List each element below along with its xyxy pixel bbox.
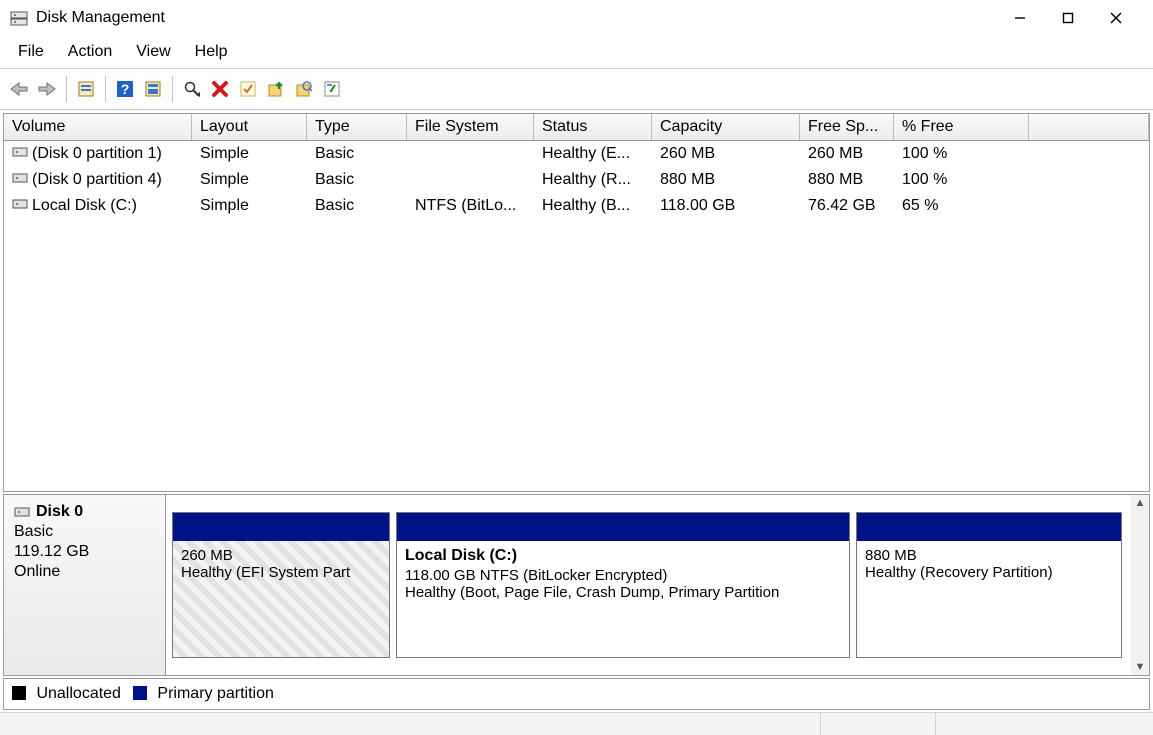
- refresh-icon[interactable]: [73, 76, 99, 102]
- partition-header-bar: [397, 513, 849, 541]
- menu-view[interactable]: View: [124, 39, 182, 65]
- partition-desc: Healthy (Boot, Page File, Crash Dump, Pr…: [405, 584, 841, 601]
- col-filesystem[interactable]: File System: [407, 114, 534, 140]
- drive-icon: [12, 145, 32, 163]
- partition-size: 260 MB: [181, 547, 381, 564]
- new-mirror-icon[interactable]: [291, 76, 317, 102]
- toolbar-separator: [105, 76, 106, 102]
- minimize-button[interactable]: [997, 3, 1043, 33]
- volume-name: (Disk 0 partition 1): [4, 145, 192, 163]
- volume-list-body: (Disk 0 partition 1)SimpleBasicHealthy (…: [4, 141, 1149, 491]
- volume-layout: Simple: [192, 197, 307, 215]
- volume-layout: Simple: [192, 171, 307, 189]
- delete-icon[interactable]: [207, 76, 233, 102]
- toolbar: ?: [0, 69, 1153, 110]
- volume-type: Basic: [307, 197, 407, 215]
- partition-title: Local Disk (C:): [405, 547, 841, 565]
- partition-desc: Healthy (EFI System Part: [181, 564, 381, 581]
- partition-desc: Healthy (Recovery Partition): [865, 564, 1113, 581]
- menubar: File Action View Help: [0, 36, 1153, 69]
- titlebar: Disk Management: [0, 0, 1153, 36]
- window-title: Disk Management: [36, 9, 995, 27]
- volume-cap: 118.00 GB: [652, 197, 800, 215]
- volume-list-header: Volume Layout Type File System Status Ca…: [4, 114, 1149, 141]
- toolbar-separator: [172, 76, 173, 102]
- statusbar: [0, 712, 1153, 735]
- disk-capacity: 119.12 GB: [14, 543, 155, 561]
- menu-action[interactable]: Action: [56, 39, 124, 65]
- scroll-down-icon[interactable]: ▼: [1135, 659, 1146, 675]
- disk-type: Basic: [14, 523, 155, 541]
- partition-header-bar: [173, 513, 389, 541]
- volume-free: 76.42 GB: [800, 197, 894, 215]
- volume-pct: 65 %: [894, 197, 1029, 215]
- volume-row[interactable]: (Disk 0 partition 1)SimpleBasic Healthy (…: [4, 141, 1149, 167]
- help-icon[interactable]: ?: [112, 76, 138, 102]
- volume-status: Healthy (E...: [534, 145, 652, 163]
- volume-list-pane: Volume Layout Type File System Status Ca…: [3, 113, 1150, 492]
- new-spanned-icon[interactable]: [263, 76, 289, 102]
- drive-icon: [12, 171, 32, 189]
- col-status[interactable]: Status: [534, 114, 652, 140]
- col-capacity[interactable]: Capacity: [652, 114, 800, 140]
- disk-info-panel[interactable]: Disk 0 Basic 119.12 GB Online: [4, 495, 166, 675]
- disk-state: Online: [14, 563, 155, 581]
- forward-arrow-icon[interactable]: [34, 76, 60, 102]
- col-type[interactable]: Type: [307, 114, 407, 140]
- volume-pct: 100 %: [894, 145, 1029, 163]
- partition-size: 118.00 GB NTFS (BitLocker Encrypted): [405, 567, 841, 584]
- partition-block[interactable]: 880 MBHealthy (Recovery Partition): [856, 512, 1122, 658]
- volume-type: Basic: [307, 171, 407, 189]
- connect-icon[interactable]: [179, 76, 205, 102]
- volume-type: Basic: [307, 145, 407, 163]
- toolbar-separator: [66, 76, 67, 102]
- legend-bar: Unallocated Primary partition: [3, 678, 1150, 710]
- volume-row[interactable]: Local Disk (C:)SimpleBasicNTFS (BitLo...…: [4, 193, 1149, 219]
- disk-icon: Disk 0: [14, 503, 155, 521]
- drive-icon: [12, 197, 32, 215]
- volume-row[interactable]: (Disk 0 partition 4)SimpleBasic Healthy (…: [4, 167, 1149, 193]
- svg-text:?: ?: [121, 81, 130, 97]
- volume-fs: NTFS (BitLo...: [407, 197, 534, 215]
- volume-name: Local Disk (C:): [4, 197, 192, 215]
- partition-header-bar: [857, 513, 1121, 541]
- volume-layout: Simple: [192, 145, 307, 163]
- disk-partition-map: 260 MBHealthy (EFI System PartLocal Disk…: [166, 495, 1131, 675]
- col-pctfree[interactable]: % Free: [894, 114, 1029, 140]
- legend-primary-label: Primary partition: [157, 685, 273, 702]
- list-icon[interactable]: [140, 76, 166, 102]
- close-button[interactable]: [1093, 3, 1139, 33]
- disk-name: Disk 0: [36, 503, 83, 521]
- check-icon[interactable]: [235, 76, 261, 102]
- volume-name: (Disk 0 partition 4): [4, 171, 192, 189]
- volume-free: 260 MB: [800, 145, 894, 163]
- volume-status: Healthy (R...: [534, 171, 652, 189]
- volume-free: 880 MB: [800, 171, 894, 189]
- app-icon: [10, 9, 28, 27]
- col-remainder: [1029, 114, 1149, 140]
- volume-pct: 100 %: [894, 171, 1029, 189]
- volume-cap: 880 MB: [652, 171, 800, 189]
- partition-block[interactable]: 260 MBHealthy (EFI System Part: [172, 512, 390, 658]
- disk-map-pane: Disk 0 Basic 119.12 GB Online 260 MBHeal…: [3, 494, 1150, 676]
- properties-icon[interactable]: [319, 76, 345, 102]
- legend-primary: Primary partition: [133, 685, 274, 703]
- legend-unallocated-label: Unallocated: [36, 685, 121, 702]
- partition-size: 880 MB: [865, 547, 1113, 564]
- back-arrow-icon[interactable]: [6, 76, 32, 102]
- partition-block[interactable]: Local Disk (C:) 118.00 GB NTFS (BitLocker…: [396, 512, 850, 658]
- legend-unallocated: Unallocated: [12, 685, 121, 703]
- disk-map-scrollbar[interactable]: ▲ ▼: [1131, 495, 1149, 675]
- menu-file[interactable]: File: [6, 39, 56, 65]
- volume-cap: 260 MB: [652, 145, 800, 163]
- col-layout[interactable]: Layout: [192, 114, 307, 140]
- col-volume[interactable]: Volume: [4, 114, 192, 140]
- swatch-unallocated-icon: [12, 686, 26, 700]
- menu-help[interactable]: Help: [183, 39, 240, 65]
- volume-status: Healthy (B...: [534, 197, 652, 215]
- swatch-primary-icon: [133, 686, 147, 700]
- scroll-up-icon[interactable]: ▲: [1135, 495, 1146, 511]
- col-free[interactable]: Free Sp...: [800, 114, 894, 140]
- maximize-button[interactable]: [1045, 3, 1091, 33]
